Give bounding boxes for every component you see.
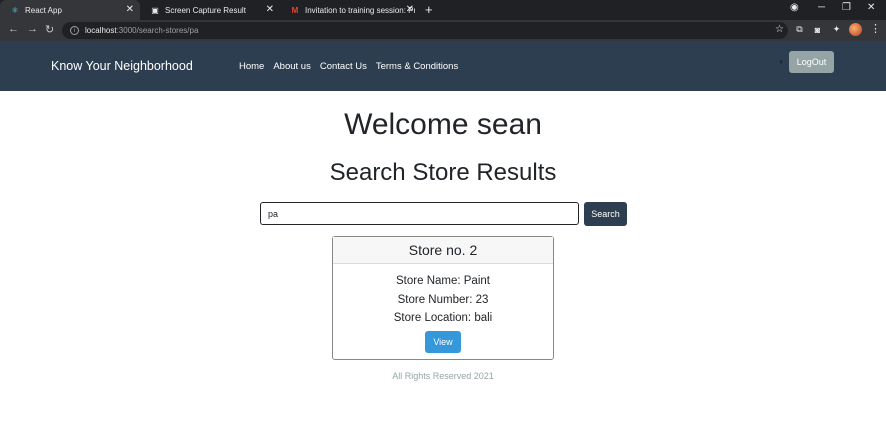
browser-toolbar: ← → ↻ i localhost:3000/search-stores/pa … [0,20,886,41]
extension-icon[interactable]: ⧉ [794,24,805,35]
page-title: Search Store Results [329,159,557,186]
tab-gmail[interactable]: M Invitation to training session: Pro ✕ [280,0,420,20]
minimize-icon[interactable]: ─ [818,2,825,13]
store-location: Store Location: bali [393,312,493,324]
back-icon[interactable]: ← [8,23,19,35]
gmail-icon: M [291,5,299,15]
search-input[interactable]: pa [260,202,579,225]
tab-title: React App [25,5,62,15]
camera-icon: ▣ [151,5,159,15]
tab-screen-capture[interactable]: ▣ Screen Capture Result ✕ [140,0,280,20]
search-button[interactable]: Search [584,202,627,226]
card-title: Store no. 2 [333,237,553,264]
tab-title: Invitation to training session: Pro [305,5,415,15]
footer-text: All Rights Reserved 2021 [392,371,494,381]
logout-button[interactable]: LogOut [789,51,834,73]
nav-contact[interactable]: Contact Us [320,61,367,72]
nav-terms[interactable]: Terms & Conditions [376,61,458,72]
store-card: Store no. 2 Store Name: Paint Store Numb… [332,236,554,360]
brand-logo[interactable]: Know Your Neighborhood [51,59,193,73]
close-icon[interactable]: ✕ [126,4,134,15]
navbar: Know Your Neighborhood Home About us Con… [0,41,886,91]
info-icon[interactable]: i [70,26,79,35]
puzzle-icon[interactable]: ✦ [831,24,842,35]
restore-icon[interactable]: ❐ [842,2,851,13]
view-button[interactable]: View [425,330,461,353]
bookmark-star-icon[interactable]: ☆ [775,24,784,35]
url-host: localhost [85,26,117,35]
address-bar[interactable]: i localhost:3000/search-stores/pa ☆ [62,22,788,39]
url-path: :3000/search-stores/pa [116,26,199,35]
close-icon[interactable]: ✕ [266,4,274,15]
card-body: Store Name: Paint Store Number: 23 Store… [333,264,553,353]
window-close-icon[interactable]: ✕ [867,2,875,13]
nav-home[interactable]: Home [239,61,264,72]
react-icon: ⚛ [11,5,19,15]
close-icon[interactable]: ✕ [406,4,414,15]
reload-icon[interactable]: ↻ [45,23,54,36]
tab-title: Screen Capture Result [165,5,246,15]
nav-links: Home About us Contact Us Terms & Conditi… [239,61,458,72]
welcome-heading: Welcome sean [344,108,542,141]
more-menu-icon[interactable]: ⋮ [870,22,881,35]
tab-react-app[interactable]: ⚛ React App ✕ [0,0,140,20]
store-name: Store Name: Paint [396,275,490,287]
screen-capture-extension-icon[interactable]: ◙ [812,24,823,35]
store-number: Store Number: 23 [397,293,489,306]
new-tab-button[interactable]: + [425,2,433,17]
forward-icon[interactable]: → [27,23,38,35]
tab-search-icon[interactable]: ◉ [790,2,799,13]
profile-avatar[interactable] [849,23,862,36]
browser-tabstrip: ⚛ React App ✕ ▣ Screen Capture Result ✕ … [0,0,886,20]
nav-about[interactable]: About us [273,61,311,72]
dropdown-caret-icon[interactable]: ▼ [778,60,784,66]
